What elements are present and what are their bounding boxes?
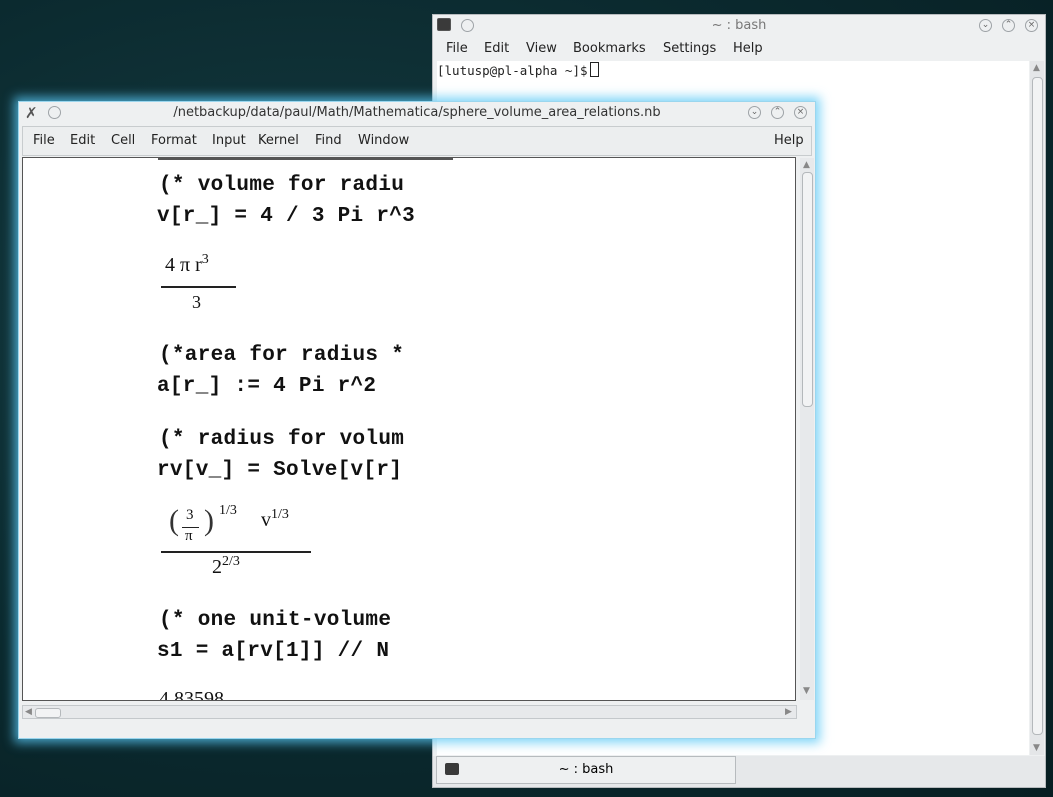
konsole-minimize-button[interactable]: ⌄ (979, 19, 992, 32)
mma-menu-kernel[interactable]: Kernel (258, 133, 299, 148)
mma-menu-edit[interactable]: Edit (70, 133, 95, 148)
mathematica-close-button[interactable]: × (794, 106, 807, 119)
scroll-right-arrow-icon[interactable]: ▶ (785, 707, 792, 717)
notebook-scroll-up-arrow-icon[interactable]: ▲ (803, 160, 810, 170)
mathematica-window: ✗ /netbackup/data/paul/Math/Mathematica/… (18, 101, 816, 739)
mathematica-menubar: File Edit Cell Format Input Kernel Find … (22, 126, 812, 156)
mma-menu-help[interactable]: Help (774, 133, 804, 148)
konsole-scrollbar-thumb[interactable] (1032, 77, 1043, 735)
konsole-vertical-scrollbar[interactable]: ▲ ▼ (1030, 61, 1044, 755)
notebook-hscroll-thumb[interactable] (35, 708, 61, 718)
input-unit-volume[interactable]: s1 = a[rv[1]] // N (157, 640, 389, 663)
output-radius-v: v1/3 (261, 507, 289, 531)
konsole-tabbar: ~ : bash (433, 756, 1045, 787)
notebook-area[interactable]: (* volume for radiu v[r_] = 4 / 3 Pi r^3… (22, 157, 796, 701)
comment-volume[interactable]: (* volume for radiu (159, 174, 404, 197)
konsole-menu-edit[interactable]: Edit (484, 41, 509, 56)
notebook-vertical-scrollbar[interactable]: ▲ ▼ (800, 158, 814, 700)
konsole-menubar: File Edit View Bookmarks Settings Help (433, 37, 1045, 61)
konsole-tab[interactable]: ~ : bash (436, 756, 736, 784)
konsole-menu-view[interactable]: View (526, 41, 557, 56)
fraction-bar (161, 286, 236, 288)
konsole-menu-settings[interactable]: Settings (663, 41, 716, 56)
terminal-cursor (589, 62, 599, 77)
output-radius-paren-den: π (185, 528, 193, 544)
mathematica-title: /netbackup/data/paul/Math/Mathematica/sp… (173, 105, 661, 120)
output-radius-den: 22/3 (212, 554, 240, 578)
mathematica-minimize-button[interactable]: ⌄ (748, 106, 761, 119)
right-paren: ) (204, 504, 214, 537)
output-radius-paren-num: 3 (186, 507, 194, 523)
comment-area[interactable]: (*area for radius * (159, 344, 404, 367)
input-volume[interactable]: v[r_] = 4 / 3 Pi r^3 (157, 205, 415, 228)
mma-menu-input[interactable]: Input (212, 133, 246, 148)
comment-unit-volume[interactable]: (* one unit-volume (159, 609, 391, 632)
fraction-bar-radius (161, 551, 311, 553)
mma-menu-window[interactable]: Window (358, 133, 409, 148)
terminal-prompt: [lutusp@pl-alpha ~]$ (437, 62, 599, 78)
konsole-menu-file[interactable]: File (446, 41, 468, 56)
mathematica-titlebar[interactable]: ✗ /netbackup/data/paul/Math/Mathematica/… (19, 102, 815, 124)
notebook-horizontal-scrollbar[interactable]: ◀ ▶ (22, 705, 797, 719)
konsole-titlebar[interactable]: ~ : bash ⌄ ⌃ × (433, 15, 1045, 37)
mathematica-maximize-button[interactable]: ⌃ (771, 106, 784, 119)
output-unit-volume-partial: 4.83598 (159, 688, 224, 701)
konsole-title: ~ : bash (711, 18, 767, 33)
konsole-maximize-button[interactable]: ⌃ (1002, 19, 1015, 32)
cell-bracket-top (158, 158, 454, 160)
output-volume-numerator: 4 π r3 (165, 252, 209, 276)
konsole-tab-label: ~ : bash (558, 762, 614, 777)
output-radius-exp1: 1/3 (219, 503, 237, 518)
mma-menu-find[interactable]: Find (315, 133, 342, 148)
mma-menu-cell[interactable]: Cell (111, 133, 135, 148)
notebook-scrollbar-thumb[interactable] (802, 172, 813, 407)
comment-radius[interactable]: (* radius for volum (159, 428, 404, 451)
notebook-scroll-down-arrow-icon[interactable]: ▼ (803, 686, 810, 696)
konsole-menu-help[interactable]: Help (733, 41, 763, 56)
konsole-menu-bookmarks[interactable]: Bookmarks (573, 41, 646, 56)
input-radius[interactable]: rv[v_] = Solve[v[r] (157, 459, 402, 482)
mma-menu-format[interactable]: Format (151, 133, 197, 148)
left-paren: ( (169, 504, 179, 537)
konsole-close-button[interactable]: × (1025, 19, 1038, 32)
mma-menu-file[interactable]: File (33, 133, 55, 148)
output-volume-denominator: 3 (192, 292, 201, 312)
notebook-blank-region (453, 158, 793, 698)
input-area[interactable]: a[r_] := 4 Pi r^2 (157, 375, 376, 398)
scroll-up-arrow-icon[interactable]: ▲ (1033, 63, 1040, 73)
scroll-down-arrow-icon[interactable]: ▼ (1033, 743, 1040, 753)
scroll-left-arrow-icon[interactable]: ◀ (25, 707, 32, 717)
